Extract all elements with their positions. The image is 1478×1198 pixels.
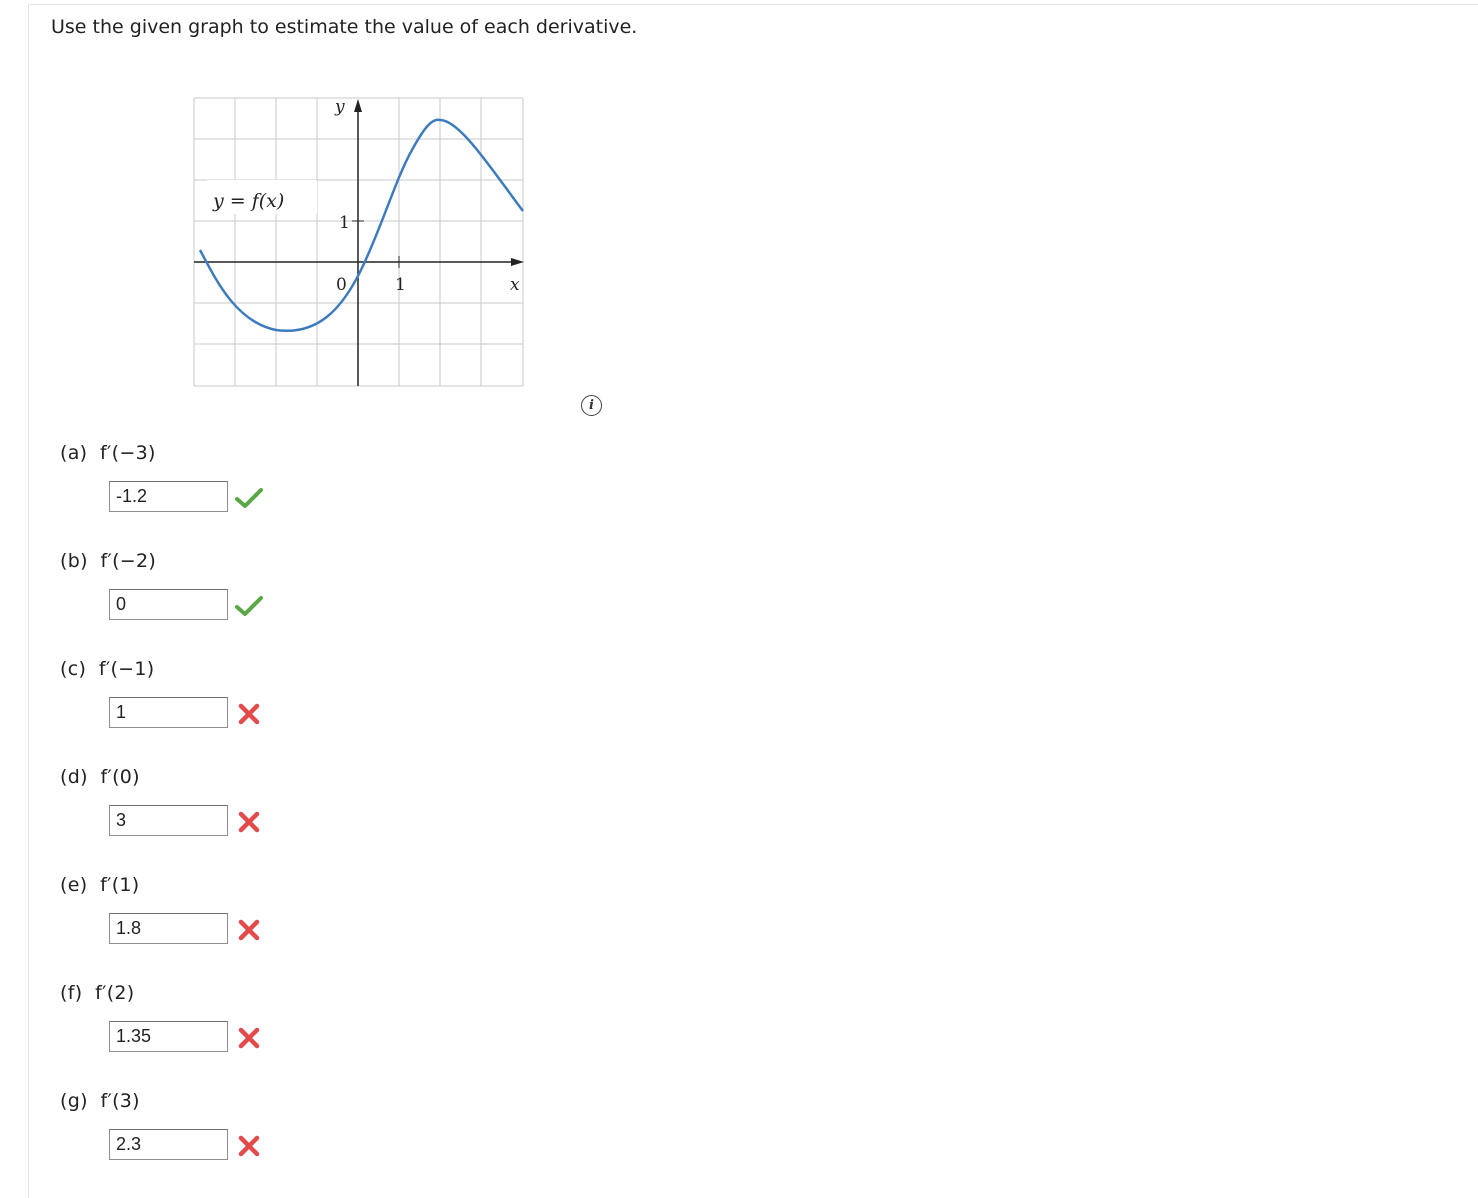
cross-icon: [238, 811, 260, 833]
x-axis-arrow: [511, 258, 524, 266]
left-divider: [28, 4, 29, 1198]
function-curve: [198, 118, 524, 333]
answer-input-f[interactable]: [109, 1021, 228, 1052]
x-tick-label: 1: [395, 275, 406, 295]
part-e: (e) f′(1): [60, 874, 260, 944]
part-f: (f) f′(2): [60, 982, 260, 1052]
function-label: y = f(x): [212, 190, 284, 212]
part-label: (f) f′(2): [60, 982, 135, 1004]
answer-input-e[interactable]: [109, 913, 228, 944]
part-a: (a) f′(−3): [60, 442, 263, 512]
part-label: (g) f′(3): [60, 1090, 140, 1112]
origin-label: 0: [336, 275, 347, 295]
part-d: (d) f′(0): [60, 766, 260, 836]
y-tick-label: 1: [339, 213, 350, 233]
part-c: (c) f′(−1): [60, 658, 260, 728]
cross-icon: [238, 1135, 260, 1157]
answer-input-a[interactable]: [109, 481, 228, 512]
answer-input-c[interactable]: [109, 697, 228, 728]
check-icon: [235, 596, 263, 616]
part-b: (b) f′(−2): [60, 550, 263, 620]
top-divider: [30, 4, 1478, 5]
part-g: (g) f′(3): [60, 1090, 260, 1160]
part-label: (a) f′(−3): [60, 442, 156, 464]
info-icon[interactable]: i: [581, 395, 602, 416]
cross-icon: [238, 919, 260, 941]
check-icon: [235, 488, 263, 508]
answer-input-g[interactable]: [109, 1129, 228, 1160]
function-graph: y x y = f(x) 1 1 0: [193, 97, 524, 387]
cross-icon: [238, 703, 260, 725]
part-label: (e) f′(1): [60, 874, 140, 896]
y-axis-label: y: [334, 97, 345, 117]
part-label: (c) f′(−1): [60, 658, 155, 680]
answer-input-d[interactable]: [109, 805, 228, 836]
answer-input-b[interactable]: [109, 589, 228, 620]
cross-icon: [238, 1027, 260, 1049]
x-axis-label: x: [510, 275, 520, 295]
part-label: (d) f′(0): [60, 766, 140, 788]
part-label: (b) f′(−2): [60, 550, 157, 572]
question-instructions: Use the given graph to estimate the valu…: [51, 16, 638, 38]
y-axis-arrow: [354, 99, 362, 112]
